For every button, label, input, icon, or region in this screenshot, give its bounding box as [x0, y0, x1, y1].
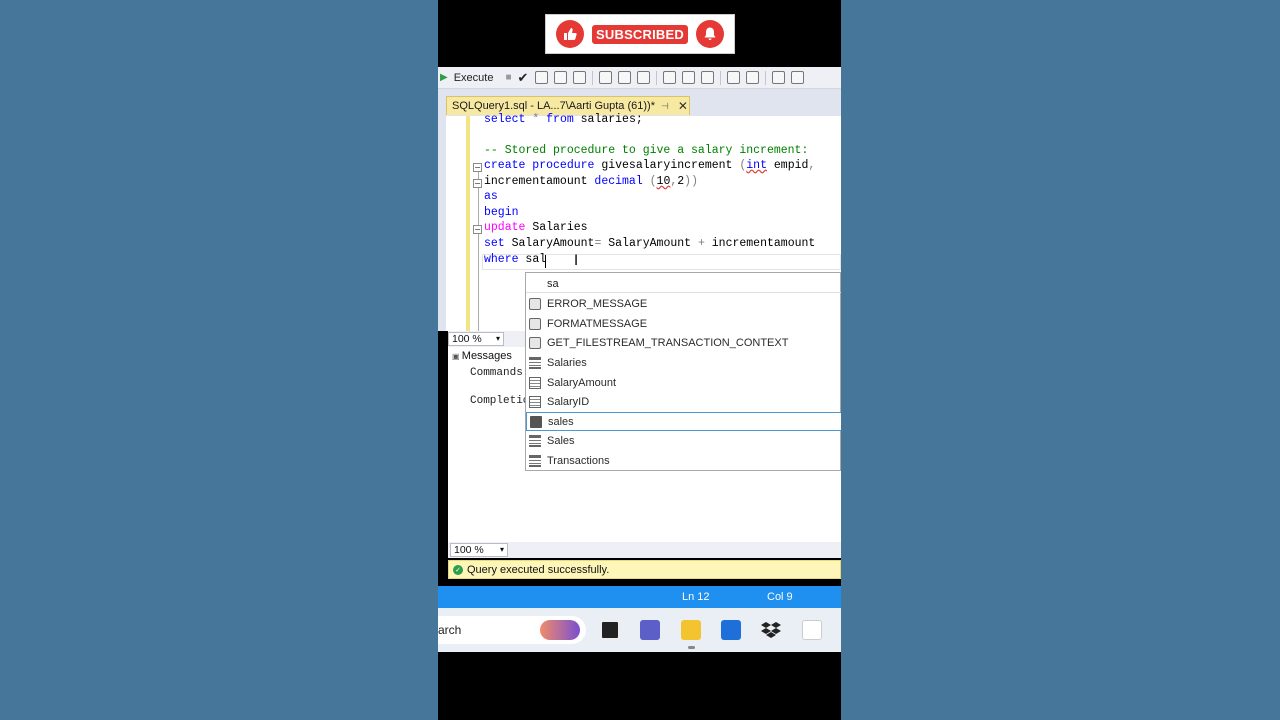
client-stats-icon[interactable] — [637, 71, 651, 84]
column-icon — [529, 395, 541, 408]
uncomment-icon[interactable] — [746, 71, 760, 84]
toolbar-separator — [765, 70, 767, 85]
results-zoom-bar: 100 % ▾ — [448, 542, 841, 558]
code-line[interactable]: select * from salaries; — [484, 113, 643, 128]
query-options-icon[interactable] — [554, 71, 568, 84]
code-line-current[interactable]: where sal — [484, 253, 546, 268]
editor-status-bar: Ln 12 Col 9 — [438, 586, 841, 608]
list-item[interactable]: GET_FILESTREAM_TRANSACTION_CONTEXT — [526, 333, 841, 352]
fold-collapse-icon[interactable]: − — [473, 179, 482, 188]
live-stats-icon[interactable] — [618, 71, 632, 84]
tab-messages[interactable]: ▣ Messages — [452, 350, 512, 362]
result-message-line: Completic — [470, 395, 530, 407]
amazon-icon[interactable] — [802, 620, 822, 640]
calculator-icon — [530, 415, 542, 428]
store-icon[interactable] — [721, 620, 741, 640]
windows-taskbar: arch — [438, 608, 841, 652]
document-tab-strip: SQLQuery1.sql - LA...7\Aarti Gupta (61))… — [438, 89, 841, 116]
file-explorer-icon[interactable] — [681, 620, 701, 640]
display-plan-icon[interactable] — [535, 71, 549, 84]
comment-icon[interactable] — [727, 71, 741, 84]
app-frame: SUBSCRIBED ▶ Execute ■ ✔ SQLQuery1.sql -… — [438, 0, 841, 720]
list-item[interactable]: SalaryID — [526, 392, 841, 411]
fold-collapse-icon[interactable]: − — [473, 163, 482, 172]
list-item[interactable]: SalaryAmount — [526, 373, 841, 392]
query-status-bar: ✓ Query executed successfully. — [448, 560, 841, 579]
results-to-text-icon[interactable] — [663, 71, 677, 84]
thumbs-up-icon[interactable] — [556, 20, 585, 48]
table-icon — [529, 454, 541, 467]
editor-gutter — [438, 116, 446, 331]
outline-line — [478, 172, 479, 331]
taskbar-search[interactable]: arch — [438, 616, 586, 644]
fold-collapse-icon[interactable]: − — [473, 225, 482, 234]
column-number: Col 9 — [767, 591, 793, 603]
wizard-hat-icon — [540, 620, 580, 640]
list-item-selected[interactable]: sales — [526, 412, 841, 431]
code-line[interactable]: incrementamount decimal (10,2)) — [484, 175, 698, 190]
code-comment[interactable]: -- Stored procedure to give a salary inc… — [484, 144, 808, 159]
toolbar-separator — [656, 70, 658, 85]
code-line[interactable]: update Salaries — [484, 221, 588, 236]
code-line[interactable]: begin — [484, 206, 519, 221]
function-icon — [529, 317, 541, 330]
stop-icon[interactable]: ■ — [505, 72, 511, 83]
tab-title: SQLQuery1.sql - LA...7\Aarti Gupta (61))… — [452, 100, 655, 112]
list-item[interactable]: Salaries — [526, 353, 841, 372]
text-caret — [545, 255, 546, 268]
decrease-indent-icon[interactable] — [772, 71, 786, 84]
pin-icon[interactable]: ⊣ — [661, 101, 669, 112]
chevron-down-icon: ▾ — [499, 545, 504, 554]
results-to-grid-icon[interactable] — [682, 71, 696, 84]
execute-button[interactable]: Execute — [454, 72, 494, 84]
function-icon — [529, 336, 541, 349]
dropbox-icon[interactable] — [761, 620, 781, 640]
editor-zoom-select[interactable]: 100 % ▾ — [448, 332, 504, 346]
messages-icon: ▣ — [452, 352, 462, 361]
close-icon[interactable]: ✕ — [678, 99, 688, 113]
ibeam-cursor-icon: I — [574, 253, 579, 269]
code-line[interactable]: create procedure givesalaryincrement (in… — [484, 159, 815, 174]
subscribe-banner: SUBSCRIBED — [545, 14, 735, 54]
query-toolbar: ▶ Execute ■ ✔ — [438, 67, 841, 89]
intellisense-icon[interactable] — [573, 71, 587, 84]
list-item[interactable]: FORMATMESSAGE — [526, 314, 841, 333]
table-icon — [529, 356, 541, 369]
function-icon — [529, 297, 541, 310]
success-check-icon: ✓ — [453, 564, 463, 575]
code-line[interactable]: set SalaryAmount= SalaryAmount + increme… — [484, 237, 815, 252]
change-tracking-bar — [466, 116, 470, 331]
results-zoom-select[interactable]: 100 % ▾ — [450, 543, 508, 557]
code-line[interactable]: as — [484, 190, 498, 205]
table-icon — [529, 434, 541, 447]
line-number: Ln 12 — [682, 591, 710, 603]
intellisense-list: sa ERROR_MESSAGE FORMATMESSAGE GET_FILES… — [525, 272, 841, 471]
list-item[interactable]: Transactions — [526, 451, 841, 470]
list-item[interactable]: Sales — [526, 431, 841, 450]
result-message-line: Commands — [470, 367, 523, 379]
parse-check-icon[interactable]: ✔ — [518, 70, 529, 86]
execute-play-icon[interactable]: ▶ — [440, 72, 448, 83]
results-to-file-icon[interactable] — [701, 71, 715, 84]
increase-indent-icon[interactable] — [791, 71, 805, 84]
teams-icon[interactable] — [640, 620, 660, 640]
toolbar-separator — [720, 70, 722, 85]
toolbar-separator — [592, 70, 594, 85]
bell-icon[interactable] — [695, 20, 724, 48]
subscribed-button[interactable]: SUBSCRIBED — [592, 24, 688, 44]
list-item[interactable]: ERROR_MESSAGE — [526, 294, 841, 313]
column-icon — [529, 376, 541, 389]
active-app-indicator — [688, 646, 695, 649]
include-plan-icon[interactable] — [599, 71, 613, 84]
chevron-down-icon: ▾ — [495, 334, 500, 343]
query-status-text: Query executed successfully. — [467, 563, 610, 576]
intellisense-filter-text: sa — [526, 273, 841, 293]
terminal-icon[interactable] — [600, 620, 620, 640]
